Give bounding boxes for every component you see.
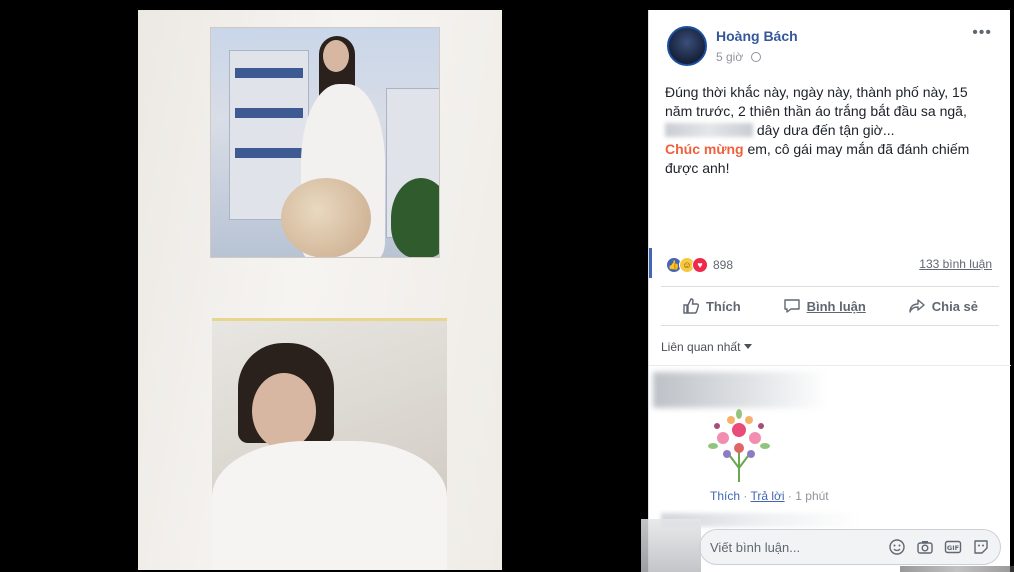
caret-down-icon — [744, 344, 753, 349]
share-button[interactable]: Chia sẻ — [908, 297, 978, 315]
white-shirt — [212, 441, 447, 570]
comment-reply-link[interactable]: Trả lời — [750, 489, 784, 503]
comments-count-link[interactable]: 133 bình luận — [919, 257, 992, 271]
reaction-summary[interactable]: 👍 ☺ ♥ 898 — [666, 256, 733, 274]
face — [252, 373, 316, 449]
like-button[interactable]: Thích — [682, 297, 741, 315]
photo-bottom-boy — [212, 318, 447, 570]
post-highlight: Chúc mừng — [665, 141, 744, 157]
bottom-blur-strip — [900, 566, 1014, 572]
face — [323, 40, 349, 72]
camera-icon[interactable] — [916, 538, 934, 556]
post-text: Đúng thời khắc này, ngày này, thành phố … — [665, 83, 995, 178]
ellipsis-icon[interactable]: ••• — [972, 24, 992, 42]
blurred-name — [665, 123, 753, 137]
blurred-overlay — [641, 519, 701, 572]
comment-time: 1 phút — [795, 489, 829, 503]
author-name[interactable]: Hoàng Bách — [716, 28, 798, 44]
like-label: Thích — [705, 298, 741, 314]
photo-top-girl — [210, 27, 440, 258]
building-window — [235, 108, 303, 118]
conical-hat — [281, 178, 371, 257]
building-window — [235, 68, 303, 78]
post-line-1: Đúng thời khắc này, ngày này, thành phố … — [665, 84, 968, 119]
comment-label: Bình luận — [806, 298, 866, 314]
share-label: Chia sẻ — [931, 298, 979, 314]
comment-icon — [783, 299, 800, 313]
love-reaction-icon: ♥ — [692, 257, 708, 273]
divider — [649, 365, 1011, 366]
author-avatar[interactable] — [667, 26, 707, 66]
comment-button[interactable]: Bình luận — [783, 297, 866, 315]
comment-actions: Thích · Trả lời · 1 phút — [710, 489, 829, 503]
accent-bar — [649, 248, 652, 278]
flower-bouquet-sticker — [708, 409, 770, 482]
reaction-count: 898 — [713, 258, 734, 272]
sort-label: Liên quan nhất — [661, 340, 741, 354]
tree — [391, 178, 439, 257]
separator: · — [787, 489, 792, 503]
building-window — [235, 148, 303, 158]
post-actions: Thích Bình luận Chia sẻ — [661, 286, 999, 326]
post-time[interactable]: 5 giờ — [716, 50, 743, 64]
post-panel: Hoàng Bách 5 giờ ••• Đúng thời khắc này,… — [648, 10, 1011, 572]
photo-viewer[interactable] — [0, 0, 648, 572]
blurred-commenter — [653, 372, 828, 408]
comment-sort-dropdown[interactable]: Liên quan nhất — [661, 340, 753, 354]
thumbs-up-icon — [683, 298, 700, 314]
comment-like-link[interactable]: Thích — [710, 489, 740, 503]
gif-icon[interactable]: GIF — [944, 538, 962, 556]
emoji-icon[interactable] — [888, 538, 906, 556]
svg-text:GIF: GIF — [947, 544, 959, 552]
separator: · — [743, 489, 748, 503]
globe-icon — [750, 52, 761, 62]
sticker-icon[interactable] — [972, 538, 990, 556]
photo-mat — [138, 10, 502, 570]
comment-composer[interactable]: GIF — [699, 529, 1001, 565]
post-line-2: dây dưa đến tận giờ... — [753, 122, 895, 138]
comment-input[interactable] — [710, 538, 880, 556]
post-meta: 5 giờ — [716, 50, 761, 64]
share-icon — [909, 299, 925, 313]
